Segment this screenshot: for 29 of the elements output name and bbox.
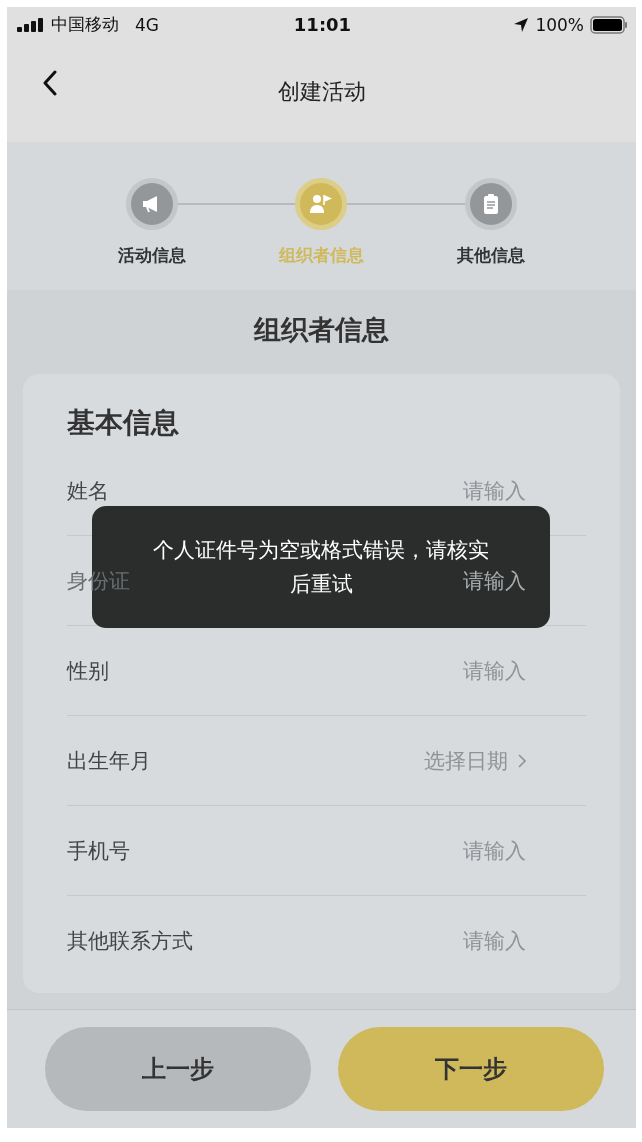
- input-field[interactable]: 请输入: [436, 478, 526, 503]
- step-icon[interactable]: [465, 178, 518, 230]
- carrier-name: 中国移动: [51, 13, 119, 36]
- input-field[interactable]: 请输入: [436, 928, 526, 953]
- input-field[interactable]: 请输入: [436, 568, 526, 593]
- back-icon[interactable]: [43, 70, 57, 96]
- field-label: 出生年月: [67, 747, 151, 775]
- next-button[interactable]: 下一步: [338, 1027, 604, 1111]
- network-type: 4G: [135, 14, 159, 35]
- previous-button[interactable]: 上一步: [45, 1027, 311, 1111]
- field-label: 手机号: [67, 837, 130, 865]
- step-label[interactable]: 活动信息: [117, 244, 186, 267]
- field-label: 性别: [67, 657, 109, 685]
- battery-icon: [590, 15, 628, 34]
- field-label: 姓名: [67, 477, 109, 505]
- battery-percent: 100%: [535, 14, 584, 35]
- clock-time: 11:01: [293, 14, 352, 35]
- location-arrow-icon: [513, 16, 530, 33]
- step-icon[interactable]: [295, 178, 348, 230]
- section-title: 组织者信息: [252, 313, 390, 347]
- signal-icon: [17, 17, 45, 32]
- page-title: 创建活动: [277, 78, 366, 106]
- step-icon[interactable]: [125, 178, 178, 230]
- card-title: 基本信息: [67, 405, 180, 441]
- chevron-icon: [518, 753, 526, 768]
- input-field[interactable]: 请输入: [436, 838, 526, 863]
- step-label[interactable]: 其他信息: [457, 244, 526, 267]
- field-label: 其他联系方式: [67, 927, 193, 955]
- input-field[interactable]: 请输入: [436, 658, 526, 683]
